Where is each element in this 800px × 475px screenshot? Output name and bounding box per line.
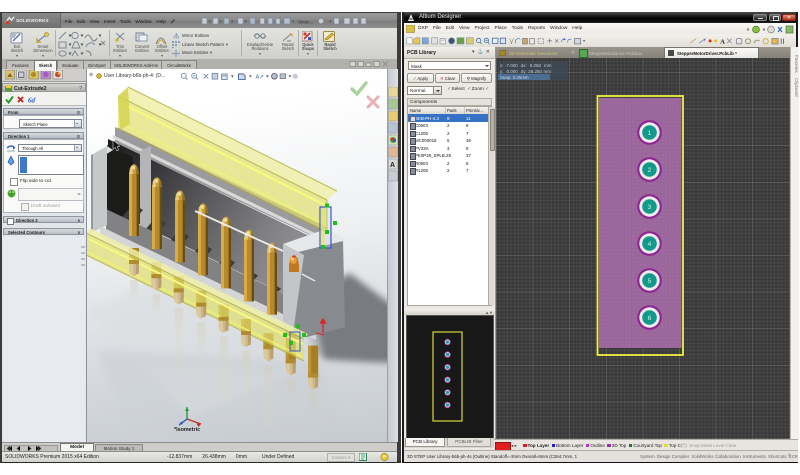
svg-text:A↗: A↗ bbox=[256, 75, 265, 81]
svg-text:A: A bbox=[390, 162, 395, 169]
svg-text:4: 4 bbox=[648, 241, 652, 248]
svg-text:Sketc...: Sketc... bbox=[298, 20, 313, 25]
svg-text:2: 2 bbox=[648, 167, 652, 174]
svg-text:6: 6 bbox=[648, 315, 652, 322]
svg-text:3: 3 bbox=[648, 204, 652, 211]
svg-text:1: 1 bbox=[648, 130, 652, 137]
svg-text:5: 5 bbox=[648, 278, 652, 285]
svg-text:A: A bbox=[720, 38, 725, 45]
svg-text:6ɗ: 6ɗ bbox=[28, 97, 37, 105]
